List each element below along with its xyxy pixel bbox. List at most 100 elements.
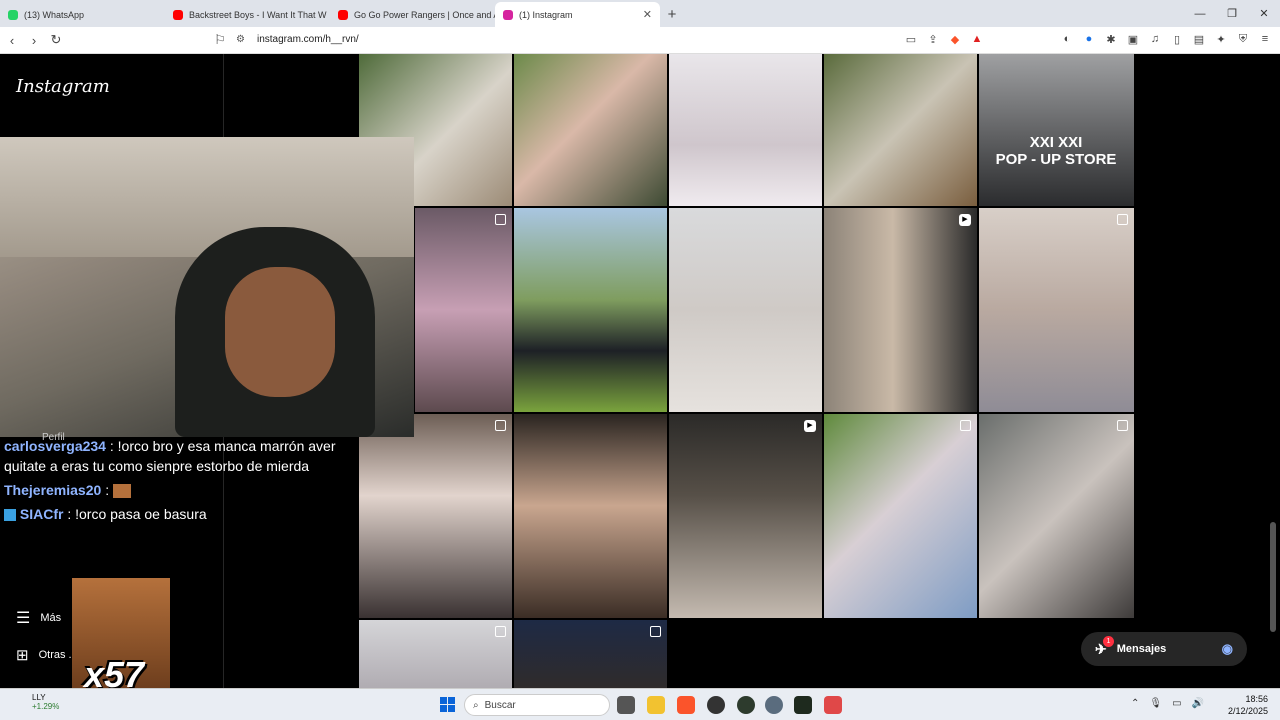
extension-icon[interactable]: ✱ [1104, 33, 1118, 46]
brave-rewards-icon[interactable]: ▲ [970, 33, 984, 46]
close-window-icon[interactable]: ✕ [1248, 0, 1280, 27]
music-icon[interactable]: ♫ [1148, 33, 1162, 46]
chat-message: carlosverga234 : !orco bro y esa manca m… [0, 434, 358, 478]
more-menu-button[interactable]: ☰ Más [16, 608, 61, 628]
close-tab-icon[interactable]: ✕ [643, 8, 652, 21]
sidebar-icon[interactable]: ▯ [1170, 33, 1184, 46]
reload-icon[interactable]: ↻ [46, 32, 66, 48]
webcam-overlay [0, 137, 414, 437]
emote-counter: x57 [84, 654, 145, 688]
back-icon[interactable]: ‹ [2, 33, 22, 48]
post-tile[interactable] [979, 208, 1134, 412]
url-field[interactable]: instagram.com/h__rvn/ [257, 34, 359, 45]
terminal-icon[interactable] [794, 696, 812, 714]
cast-icon[interactable]: ▭ [904, 33, 918, 46]
minimize-icon[interactable]: — [1184, 0, 1216, 27]
chat-username: SIACfr [19, 506, 64, 522]
other-meta-button[interactable]: ⊞ Otras ... [16, 646, 78, 664]
extension-icon[interactable]: ◐ [1060, 33, 1074, 46]
post-tile[interactable] [979, 414, 1134, 618]
search-icon: ⌕ [473, 699, 479, 711]
post-tile[interactable] [514, 208, 667, 412]
search-placeholder: Buscar [484, 699, 516, 711]
windows-start-icon[interactable] [440, 697, 455, 712]
app-icon[interactable] [824, 696, 842, 714]
new-tab-button[interactable]: + [660, 2, 684, 27]
post-tile[interactable] [669, 54, 822, 206]
messages-label: Mensajes [1116, 643, 1167, 655]
bookmark-icon[interactable]: ⚐ [210, 32, 230, 48]
messages-badge: 1 [1103, 636, 1114, 647]
badge-icon [4, 509, 16, 522]
site-settings-icon[interactable]: ⚙ [236, 34, 245, 45]
emote-icon [112, 484, 131, 499]
microphone-icon[interactable]: 🎙 [1149, 698, 1162, 709]
post-tile[interactable] [359, 414, 512, 618]
carousel-icon [495, 214, 506, 225]
instagram-logo[interactable]: Instagram [16, 76, 110, 97]
post-tile[interactable] [824, 414, 977, 618]
page-scrollbar[interactable] [1270, 54, 1276, 688]
leo-icon[interactable]: ✦ [1214, 33, 1228, 46]
volume-icon[interactable]: 🔊 [1192, 698, 1204, 709]
file-explorer-icon[interactable] [647, 696, 665, 714]
window-controls: — ❐ ✕ [1184, 0, 1280, 27]
task-view-icon[interactable] [617, 696, 635, 714]
display-icon[interactable]: ▭ [1172, 698, 1181, 709]
post-tile[interactable] [514, 414, 667, 618]
whatsapp-icon [8, 9, 18, 20]
chevron-up-icon[interactable]: ⌃ [1131, 698, 1139, 709]
post-tile-popup-store[interactable]: XXI XXI POP - UP STORE [979, 54, 1134, 206]
chat-message: Thejeremias20 : [0, 478, 358, 502]
app-icon[interactable] [737, 696, 755, 714]
tab-title: Go Go Power Rangers | Once and Alw [354, 9, 495, 20]
tab-title: Backstreet Boys - I Want It That W [189, 9, 327, 20]
hamburger-icon: ☰ [16, 610, 31, 627]
youtube-icon [338, 9, 348, 20]
post-tile[interactable] [359, 620, 512, 688]
instagram-icon [503, 9, 513, 20]
stock-widget[interactable]: LLY +1.29% [12, 693, 59, 711]
post-tile[interactable] [514, 54, 667, 206]
messages-button[interactable]: ✈ 1 Mensajes ◉ [1081, 632, 1247, 666]
post-tile[interactable]: ▶ [669, 414, 822, 618]
restore-icon[interactable]: ❐ [1216, 0, 1248, 27]
post-tile[interactable] [514, 620, 667, 688]
forward-icon[interactable]: › [24, 33, 44, 48]
menu-icon[interactable]: ≡ [1258, 33, 1272, 46]
taskbar-search[interactable]: ⌕ Buscar [464, 694, 610, 716]
vpn-icon[interactable]: ⛨ [1236, 33, 1250, 46]
obs-icon[interactable] [707, 696, 725, 714]
share-icon[interactable]: ⇪ [926, 33, 940, 46]
carousel-icon [1117, 214, 1128, 225]
clock-date: 2/12/2025 [1227, 706, 1268, 716]
system-tray: ⌃ 🎙 ▭ 🔊 [1131, 698, 1204, 709]
extension-icon[interactable]: ● [1082, 33, 1096, 46]
browser-tab-bar: (13) WhatsApp Backstreet Boys - I Want I… [0, 0, 1280, 27]
tab-instagram[interactable]: (1) Instagram ✕ [495, 2, 660, 27]
tab-backstreet-boys[interactable]: Backstreet Boys - I Want It That W [165, 2, 330, 27]
grid-icon: ⊞ [16, 647, 29, 664]
settings-icon[interactable] [765, 696, 783, 714]
post-tile[interactable]: ▶ [824, 208, 977, 412]
chat-message: SIACfr : !orco pasa oe basura [0, 502, 358, 526]
brave-shield-icon[interactable]: ◆ [948, 33, 962, 46]
tab-whatsapp[interactable]: (13) WhatsApp [0, 2, 165, 27]
stream-chat: carlosverga234 : !orco bro y esa manca m… [0, 434, 358, 526]
stock-label: LLY [32, 693, 46, 702]
tab-power-rangers[interactable]: Go Go Power Rangers | Once and Alw [330, 2, 495, 27]
system-clock[interactable]: 18:56 2/12/2025 [1228, 693, 1268, 717]
extension-icon[interactable]: ▣ [1126, 33, 1140, 46]
post-tile[interactable] [415, 208, 512, 412]
avatar-stack-icon: ◉ [1221, 641, 1233, 656]
post-tile[interactable] [824, 54, 977, 206]
wallet-icon[interactable]: ▤ [1192, 33, 1206, 46]
carousel-icon [960, 420, 971, 431]
popup-line2: POP - UP STORE [995, 151, 1117, 168]
address-bar-row: ‹ › ↻ ⚐ ⚙ instagram.com/h__rvn/ ▭ ⇪ ◆ ▲ … [0, 27, 1280, 54]
reel-icon: ▶ [804, 420, 816, 432]
tab-title: (1) Instagram [519, 9, 573, 20]
brave-icon[interactable] [677, 696, 695, 714]
post-tile[interactable] [669, 208, 822, 412]
